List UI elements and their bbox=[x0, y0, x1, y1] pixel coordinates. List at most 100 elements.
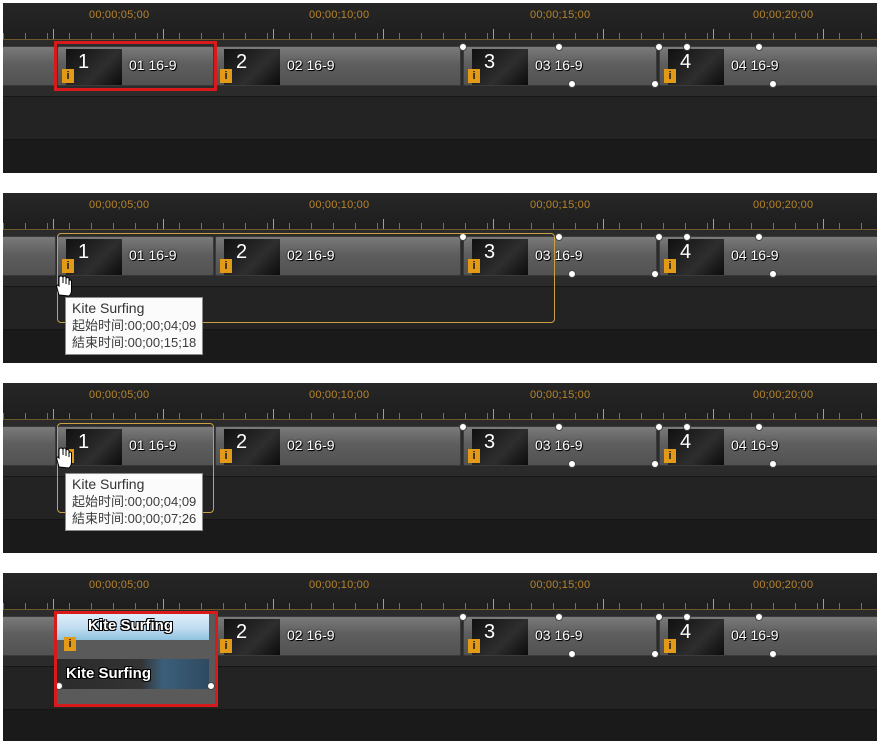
handle-dot-icon[interactable] bbox=[651, 460, 659, 468]
empty-track bbox=[3, 140, 877, 173]
info-icon[interactable]: i bbox=[220, 69, 232, 83]
timecode-label: 00;00;20;00 bbox=[753, 199, 814, 211]
handle-dot-icon[interactable] bbox=[769, 460, 777, 468]
handle-dot-icon[interactable] bbox=[683, 423, 691, 431]
handle-dot-icon[interactable] bbox=[755, 423, 763, 431]
info-icon[interactable]: i bbox=[220, 639, 232, 653]
handle-dot-icon[interactable] bbox=[459, 43, 467, 51]
info-icon[interactable]: i bbox=[468, 449, 480, 463]
timeline-ruler[interactable]: 00;00;05;00 00;00;10;00 00;00;15;00 00;0… bbox=[3, 573, 877, 610]
tooltip-end-time: 結束时间:00;00;15;18 bbox=[72, 335, 197, 350]
timeline-clip-previous[interactable] bbox=[3, 426, 56, 466]
tooltip-start-time: 起始时间:00;00;04;09 bbox=[72, 494, 197, 509]
handle-dot-icon[interactable] bbox=[568, 270, 576, 278]
timecode-label: 00;00;15;00 bbox=[530, 9, 591, 21]
timeline-clip-2[interactable]: 2 02 16-9 i bbox=[215, 426, 461, 466]
ruler-major-ticks bbox=[3, 599, 877, 609]
timeline-panel-1: 00;00;05;00 00;00;10;00 00;00;15;00 00;0… bbox=[3, 3, 877, 173]
clip-thumbnail bbox=[472, 429, 528, 465]
info-icon[interactable]: i bbox=[468, 69, 480, 83]
hand-cursor-icon bbox=[56, 447, 72, 469]
info-icon[interactable]: i bbox=[664, 69, 676, 83]
timecode-label: 00;00;10;00 bbox=[309, 199, 370, 211]
clip-number: 3 bbox=[484, 621, 496, 643]
handle-dot-icon[interactable] bbox=[655, 233, 663, 241]
clip-thumbnail bbox=[224, 429, 280, 465]
clip-thumbnail bbox=[224, 49, 280, 85]
handle-dot-icon[interactable] bbox=[769, 650, 777, 658]
audio-track bbox=[3, 97, 877, 140]
handle-dot-icon[interactable] bbox=[568, 460, 576, 468]
info-icon[interactable]: i bbox=[664, 449, 676, 463]
handle-dot-icon[interactable] bbox=[651, 270, 659, 278]
timeline-panel-4: 00;00;05;00 00;00;10;00 00;00;15;00 00;0… bbox=[3, 573, 877, 741]
info-icon[interactable]: i bbox=[664, 259, 676, 273]
timecode-label: 00;00;10;00 bbox=[309, 389, 370, 401]
info-icon[interactable]: i bbox=[468, 639, 480, 653]
clip-tooltip: Kite Surfing 起始时间:00;00;04;09 結束时间:00;00… bbox=[65, 473, 204, 531]
handle-dot-icon[interactable] bbox=[555, 423, 563, 431]
timeline-clip-3[interactable]: 3 03 16-9 i bbox=[463, 426, 657, 466]
handle-dot-icon[interactable] bbox=[555, 613, 563, 621]
clip-number: 4 bbox=[680, 241, 692, 263]
timeline-clip-3[interactable]: 3 03 16-9 i bbox=[463, 46, 657, 86]
clip-label: 04 16-9 bbox=[731, 57, 779, 73]
handle-dot-icon[interactable] bbox=[568, 650, 576, 658]
clip-label: 03 16-9 bbox=[535, 57, 583, 73]
timeline-ruler[interactable]: 00;00;05;00 00;00;10;00 00;00;15;00 00;0… bbox=[3, 3, 877, 40]
info-icon[interactable]: i bbox=[664, 639, 676, 653]
info-icon[interactable]: i bbox=[220, 449, 232, 463]
timecode-label: 00;00;05;00 bbox=[89, 9, 150, 21]
clip-number: 3 bbox=[484, 51, 496, 73]
handle-dot-icon[interactable] bbox=[655, 423, 663, 431]
timecode-label: 00;00;15;00 bbox=[530, 199, 591, 211]
clip-thumbnail bbox=[472, 619, 528, 655]
ruler-major-ticks bbox=[3, 29, 877, 39]
handle-dot-icon[interactable] bbox=[555, 233, 563, 241]
handle-dot-icon[interactable] bbox=[683, 233, 691, 241]
clip-label: 04 16-9 bbox=[731, 437, 779, 453]
handle-dot-icon[interactable] bbox=[651, 650, 659, 658]
clip-selection-highlight bbox=[54, 611, 218, 707]
ruler-major-ticks bbox=[3, 409, 877, 419]
handle-dot-icon[interactable] bbox=[655, 43, 663, 51]
timeline-clip-2[interactable]: 2 02 16-9 i bbox=[215, 46, 461, 86]
clip-thumbnail bbox=[668, 429, 724, 465]
clip-label: 04 16-9 bbox=[731, 247, 779, 263]
timeline-clip-4[interactable]: 4 04 16-9 i bbox=[659, 616, 877, 656]
timecode-label: 00;00;20;00 bbox=[753, 389, 814, 401]
handle-dot-icon[interactable] bbox=[755, 613, 763, 621]
handle-dot-icon[interactable] bbox=[683, 613, 691, 621]
timeline-clip-previous[interactable] bbox=[3, 236, 56, 276]
handle-dot-icon[interactable] bbox=[769, 270, 777, 278]
handle-dot-icon[interactable] bbox=[459, 613, 467, 621]
clip-label: 02 16-9 bbox=[287, 627, 335, 643]
tooltip-title: Kite Surfing bbox=[72, 476, 145, 492]
handle-dot-icon[interactable] bbox=[555, 43, 563, 51]
timeline-clip-2[interactable]: 2 02 16-9 i bbox=[215, 616, 461, 656]
clip-number: 4 bbox=[680, 431, 692, 453]
clip-label: 03 16-9 bbox=[535, 437, 583, 453]
timeline-ruler[interactable]: 00;00;05;00 00;00;10;00 00;00;15;00 00;0… bbox=[3, 193, 877, 230]
timeline-clip-4[interactable]: 4 04 16-9 i bbox=[659, 426, 877, 466]
timeline-ruler[interactable]: 00;00;05;00 00;00;10;00 00;00;15;00 00;0… bbox=[3, 383, 877, 420]
handle-dot-icon[interactable] bbox=[755, 43, 763, 51]
timeline-clip-previous[interactable] bbox=[3, 46, 56, 86]
timeline-clip-3[interactable]: 3 03 16-9 i bbox=[463, 616, 657, 656]
handle-dot-icon[interactable] bbox=[459, 423, 467, 431]
timeline-clip-4[interactable]: 4 04 16-9 i bbox=[659, 46, 877, 86]
clip-number: 3 bbox=[484, 431, 496, 453]
clip-tooltip: Kite Surfing 起始时间:00;00;04;09 結束时间:00;00… bbox=[65, 297, 204, 355]
handle-dot-icon[interactable] bbox=[769, 80, 777, 88]
timeline-clip-previous[interactable] bbox=[3, 616, 56, 656]
timecode-label: 00;00;10;00 bbox=[309, 579, 370, 591]
timeline-clip-4[interactable]: 4 04 16-9 i bbox=[659, 236, 877, 276]
handle-dot-icon[interactable] bbox=[755, 233, 763, 241]
handle-dot-icon[interactable] bbox=[568, 80, 576, 88]
timecode-label: 00;00;05;00 bbox=[89, 389, 150, 401]
handle-dot-icon[interactable] bbox=[655, 613, 663, 621]
clip-thumbnail bbox=[472, 49, 528, 85]
handle-dot-icon[interactable] bbox=[651, 80, 659, 88]
handle-dot-icon[interactable] bbox=[683, 43, 691, 51]
timecode-label: 00;00;05;00 bbox=[89, 199, 150, 211]
